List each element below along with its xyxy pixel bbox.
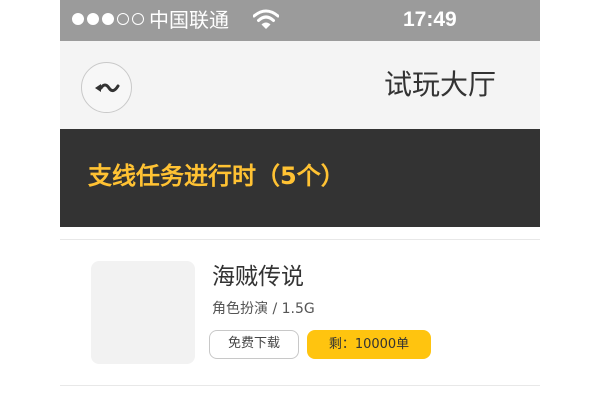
- back-button[interactable]: [81, 62, 132, 113]
- remaining-badge: 剩：10000单: [307, 330, 431, 359]
- game-list-item[interactable]: 海贼传说 角色扮演 / 1.5G 免费下载 剩：10000单: [60, 240, 540, 385]
- signal-dot: [87, 13, 99, 25]
- wifi-icon: [253, 9, 279, 29]
- task-banner: 支线任务进行时（5个）: [60, 129, 540, 227]
- clock-time: 17:49: [403, 8, 457, 31]
- game-meta: 角色扮演 / 1.5G: [212, 301, 315, 317]
- page-title: 试玩大厅: [383, 68, 496, 101]
- free-download-button[interactable]: 免费下载: [209, 330, 299, 359]
- banner-title: 支线任务进行时（5个）: [88, 162, 345, 190]
- game-thumbnail: [91, 261, 195, 364]
- signal-dot: [102, 13, 114, 25]
- carrier-name: 中国联通: [149, 8, 229, 32]
- list-divider: [60, 385, 540, 386]
- signal-dot: [117, 13, 129, 25]
- signal-dot: [132, 13, 144, 25]
- status-bar: 中国联通 17:49: [60, 0, 540, 41]
- nav-header: 试玩大厅: [60, 41, 540, 129]
- signal-strength-icon: [72, 13, 144, 25]
- signal-dot: [72, 13, 84, 25]
- phone-screen: 中国联通 17:49 试玩大厅 支线任务进行时（5个） 海贼传说 角色扮演 / …: [60, 0, 540, 400]
- game-name: 海贼传说: [212, 264, 304, 290]
- back-wave-icon: [94, 83, 119, 92]
